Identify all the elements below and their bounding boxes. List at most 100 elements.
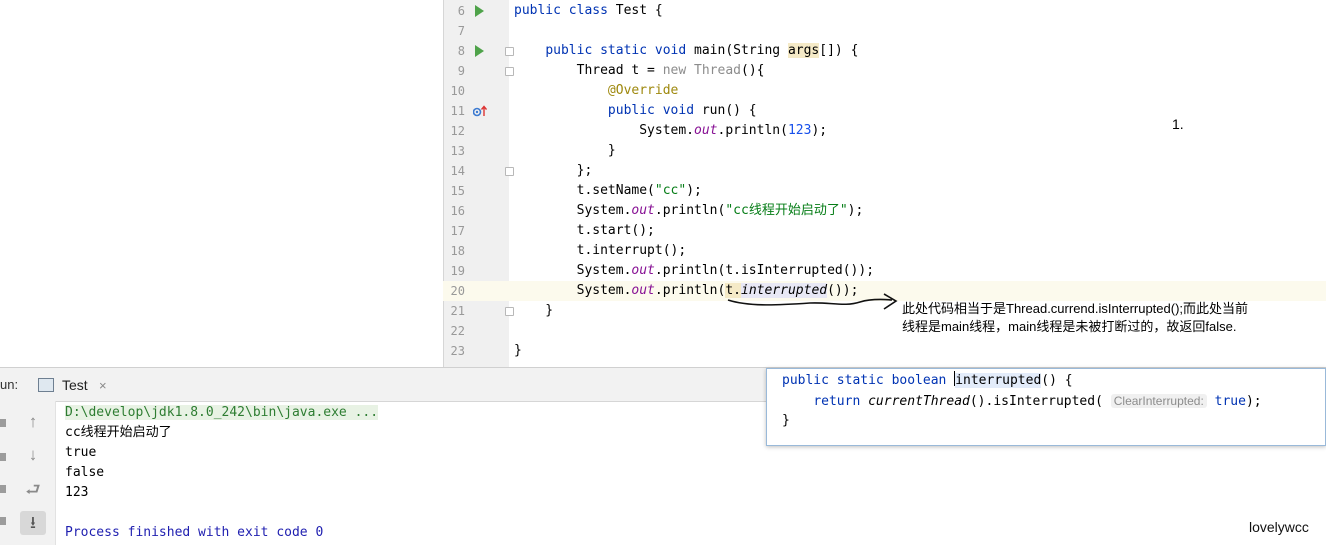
code-token: ); xyxy=(847,203,864,218)
fold-marker-icon[interactable] xyxy=(505,47,514,56)
code-line[interactable]: 12 System.out.println(123); xyxy=(443,121,1326,141)
soft-wrap-icon[interactable]: ⮐ xyxy=(20,478,46,502)
fold-marker-icon[interactable] xyxy=(505,167,514,176)
console-command-line: D:\develop\jdk1.8.0_242\bin\java.exe ... xyxy=(65,403,379,423)
popup-keywords: public static boolean xyxy=(782,373,955,388)
line-number[interactable]: 19 xyxy=(443,261,465,281)
line-number[interactable]: 11 xyxy=(443,101,465,121)
author-watermark: lovelywcc xyxy=(1249,519,1309,535)
line-number[interactable]: 23 xyxy=(443,341,465,361)
parameter-hint: ClearInterrupted: xyxy=(1110,394,1207,408)
run-toolbar: ↑ ↓ ⮐ ⭳ xyxy=(0,401,56,545)
code-token: main(String xyxy=(694,43,788,58)
fold-marker-icon[interactable] xyxy=(505,307,514,316)
code-token: out xyxy=(631,263,655,278)
run-gutter-icon[interactable] xyxy=(475,45,484,57)
code-token: new xyxy=(662,63,695,78)
popup-true: true xyxy=(1206,394,1246,409)
popup-call: currentThread xyxy=(868,394,970,409)
code-line[interactable]: 11 public void run() { xyxy=(443,101,1326,121)
stop-icon[interactable] xyxy=(0,453,6,461)
code-line[interactable]: 15 t.setName("cc"); xyxy=(443,181,1326,201)
line-number[interactable]: 16 xyxy=(443,201,465,221)
code-text: System.out.println("cc线程开始启动了"); xyxy=(514,201,864,221)
arrow-up-icon[interactable]: ↑ xyxy=(20,410,46,434)
run-gutter-icon[interactable] xyxy=(475,5,484,17)
code-text: t.setName("cc"); xyxy=(514,181,702,201)
code-line[interactable]: 14 }; xyxy=(443,161,1326,181)
code-token: (){ xyxy=(741,63,765,78)
code-line[interactable]: 6 public class Test { xyxy=(443,1,1326,21)
rerun-icon[interactable] xyxy=(0,419,6,427)
line-number[interactable]: 13 xyxy=(443,141,465,161)
restore-layout-icon[interactable] xyxy=(0,485,6,493)
code-token: t.setName( xyxy=(514,183,655,198)
code-token: public static void xyxy=(545,43,695,58)
code-text: } xyxy=(514,301,553,321)
handwritten-underline-arrow xyxy=(727,293,898,310)
popup-line-2: return currentThread().isInterrupted( Cl… xyxy=(782,391,1262,412)
process-exit-line: Process finished with exit code 0 xyxy=(65,525,324,540)
code-token: System. xyxy=(514,203,632,218)
line-number[interactable]: 12 xyxy=(443,121,465,141)
code-line[interactable]: 8 public static void main(String args[])… xyxy=(443,41,1326,61)
run-tab-label: Test xyxy=(62,377,88,393)
code-line[interactable]: 13 } xyxy=(443,141,1326,161)
line-number[interactable]: 14 xyxy=(443,161,465,181)
line-number[interactable]: 21 xyxy=(443,301,465,321)
code-token: out xyxy=(631,283,655,298)
close-icon[interactable]: × xyxy=(99,378,107,393)
code-text: t.start(); xyxy=(514,221,655,241)
line-number[interactable]: 8 xyxy=(443,41,465,61)
code-token: t.start(); xyxy=(514,223,655,238)
arrow-down-icon[interactable]: ↓ xyxy=(20,443,46,467)
fold-marker-icon[interactable] xyxy=(505,67,514,76)
underline-stroke xyxy=(727,298,893,306)
line-number[interactable]: 17 xyxy=(443,221,465,241)
code-token: "cc" xyxy=(654,183,687,198)
code-token: System. xyxy=(514,123,695,138)
code-text: System.out.println(123); xyxy=(514,121,827,141)
popup-return-keyword: return xyxy=(813,394,869,409)
line-number[interactable]: 7 xyxy=(443,21,465,41)
run-panel-label: un: xyxy=(0,377,19,392)
quick-definition-popup[interactable]: public static boolean interrupted() { re… xyxy=(766,368,1326,446)
line-number[interactable]: 20 xyxy=(443,281,465,301)
code-text: }; xyxy=(514,161,593,181)
implements-method-icon[interactable] xyxy=(473,105,487,117)
code-line[interactable]: 16 System.out.println("cc线程开始启动了"); xyxy=(443,201,1326,221)
code-token: ); xyxy=(811,123,828,138)
scroll-to-end-icon[interactable]: ⭳ xyxy=(20,511,46,535)
code-token: }; xyxy=(514,163,593,178)
line-number[interactable]: 6 xyxy=(443,1,465,21)
line-number[interactable]: 15 xyxy=(443,181,465,201)
popup-signature-rest: () { xyxy=(1041,373,1073,388)
code-line[interactable]: 7 xyxy=(443,21,1326,41)
code-text: public void run() { xyxy=(514,101,757,121)
code-line[interactable]: 17 t.start(); xyxy=(443,221,1326,241)
code-token: System. xyxy=(514,263,632,278)
line-number[interactable]: 22 xyxy=(443,321,465,341)
code-token: .println(t.isInterrupted()); xyxy=(654,263,875,278)
code-line[interactable]: 9 Thread t = new Thread(){ xyxy=(443,61,1326,81)
line-number[interactable]: 18 xyxy=(443,241,465,261)
code-token: t.interrupt(); xyxy=(514,243,687,258)
java-command[interactable]: D:\develop\jdk1.8.0_242\bin\java.exe ... xyxy=(65,405,379,420)
code-line[interactable]: 19 System.out.println(t.isInterrupted())… xyxy=(443,261,1326,281)
line-number[interactable]: 9 xyxy=(443,61,465,81)
settings-icon[interactable] xyxy=(0,517,6,525)
line-number[interactable]: 10 xyxy=(443,81,465,101)
code-text: } xyxy=(514,141,616,161)
code-line[interactable]: 23} xyxy=(443,341,1326,361)
popup-method-name: interrupted xyxy=(955,373,1042,388)
callout-line-2: 线程是main线程，main线程是未被打断过的，故返回false. xyxy=(902,319,1237,334)
code-token: "cc线程开始启动了" xyxy=(725,203,848,218)
code-token: } xyxy=(514,343,522,358)
code-text: public class Test { xyxy=(514,1,663,21)
code-token: } xyxy=(514,143,616,158)
console-output[interactable]: D:\develop\jdk1.8.0_242\bin\java.exe ...… xyxy=(65,403,379,543)
code-token: out xyxy=(694,123,718,138)
code-line[interactable]: 10 @Override xyxy=(443,81,1326,101)
code-line[interactable]: 18 t.interrupt(); xyxy=(443,241,1326,261)
